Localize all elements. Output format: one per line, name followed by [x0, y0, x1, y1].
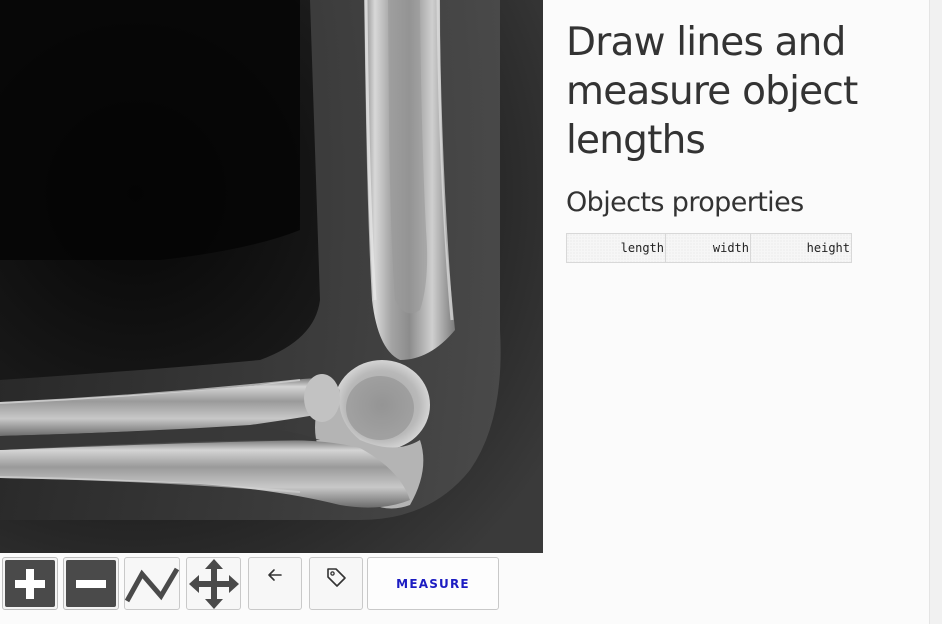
tool-bar: MEASURE: [0, 555, 543, 611]
pan-button[interactable]: [186, 557, 241, 610]
label-button[interactable]: [309, 557, 363, 610]
column-header-height: height: [750, 233, 852, 263]
arrow-left-icon: [268, 569, 282, 581]
measure-button-label: MEASURE: [396, 576, 470, 591]
xray-viewer[interactable]: [0, 0, 543, 553]
app-root: MEASURE Draw lines and measure object le…: [0, 0, 942, 624]
page-title: Draw lines and measure object lengths: [566, 20, 858, 163]
move-arrows-icon: [188, 558, 239, 609]
undo-button[interactable]: [248, 557, 302, 610]
polyline-icon: [125, 567, 179, 602]
properties-panel: Draw lines and measure object lengths Ob…: [566, 18, 926, 263]
column-header-length: length: [566, 233, 666, 263]
minus-icon: [76, 579, 106, 588]
zoom-out-button[interactable]: [63, 557, 119, 610]
measure-button[interactable]: MEASURE: [367, 557, 499, 610]
tag-icon: [327, 568, 346, 587]
zoom-in-button[interactable]: [2, 557, 58, 610]
section-title: Objects properties: [566, 187, 804, 218]
draw-line-button[interactable]: [124, 557, 180, 610]
plus-icon: [15, 568, 45, 599]
properties-table: length width height: [566, 233, 852, 263]
xray-image: [0, 0, 543, 553]
table-header-row: length width height: [566, 233, 852, 263]
scrollbar[interactable]: [929, 0, 942, 624]
column-header-width: width: [665, 233, 751, 263]
